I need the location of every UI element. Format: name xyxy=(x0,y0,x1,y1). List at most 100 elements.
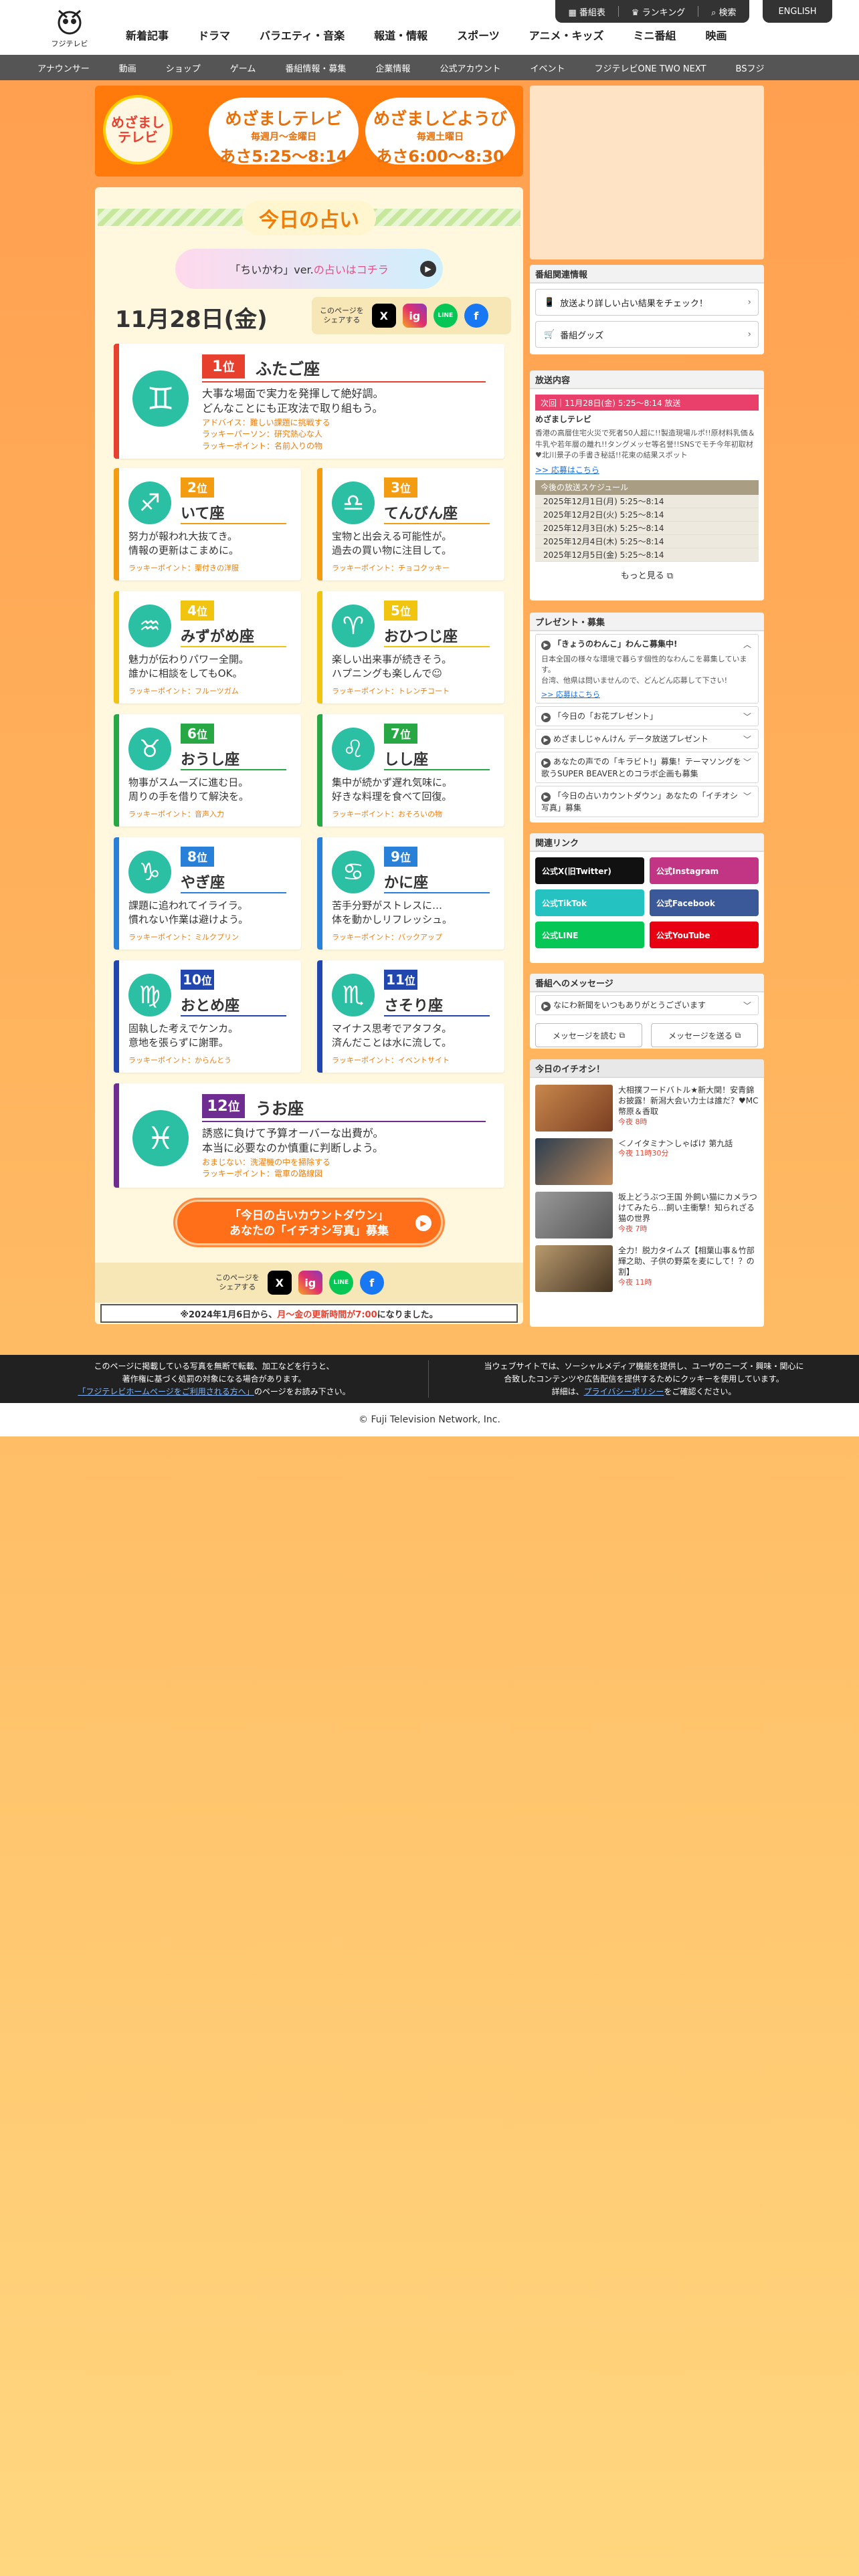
social-link-button[interactable]: 公式X(旧Twitter) xyxy=(535,857,644,884)
rank-color-bar xyxy=(114,837,119,950)
site-header: フジテレビ 新着記事 ドラマ バラエティ・音楽 報道・情報 スポーツ アニメ・キ… xyxy=(0,0,859,55)
pick-thumbnail xyxy=(535,1085,613,1132)
sub-nav-item[interactable]: 番組情報・募集 xyxy=(285,62,346,74)
facebook-share-icon[interactable]: f xyxy=(464,304,488,328)
chevron-up-icon: ︿ xyxy=(743,640,751,649)
rank-number: 4 xyxy=(187,603,197,619)
usage-link[interactable]: 「フジテレビホームページをご利用される方へ」 xyxy=(78,1387,254,1396)
zodiac-sign: みずがめ座 xyxy=(181,629,255,645)
sign-underline xyxy=(181,646,286,647)
mezamashi-logo: めざまし テレビ xyxy=(103,95,173,165)
chevron-down-icon: ﹀ xyxy=(743,712,751,722)
more-button[interactable]: もっと見る ⧉ xyxy=(530,568,764,581)
fortune-description: 宝物と出会える可能性が。 過去の買い物に注目して。 xyxy=(332,530,452,556)
zodiac-sign: いて座 xyxy=(181,506,225,522)
fortune-description: 物事がスムーズに進む日。 周りの手を借りて解決を。 xyxy=(128,776,250,802)
apply-link[interactable]: >> 応募はこちら xyxy=(535,464,759,476)
line-share-icon[interactable]: LINE xyxy=(328,1271,353,1295)
zodiac-icon: ♉ xyxy=(128,728,171,770)
social-link-button[interactable]: 公式Instagram xyxy=(650,857,759,884)
picks-heading: 今日のイチオシ！ xyxy=(530,1059,764,1078)
sub-nav-item[interactable]: 企業情報 xyxy=(375,62,410,74)
main-nav-item[interactable]: スポーツ xyxy=(457,27,500,43)
sub-nav-item[interactable]: フジテレビONE TWO NEXT xyxy=(594,62,706,74)
social-link-button[interactable]: 公式LINE xyxy=(535,922,644,948)
present-accordion[interactable]: ▶ 「今日の「お花プレゼント」 ﹀ xyxy=(535,706,759,726)
zodiac-sign: おとめ座 xyxy=(181,998,240,1014)
main-nav-item[interactable]: ミニ番組 xyxy=(633,27,676,43)
search-link[interactable]: ⌕ 検索 xyxy=(711,5,736,18)
pick-item[interactable]: 坂上どうぶつ王国 外飼い猫にカメラつけてみたら…飼い主衝撃！知られざる猫の世界今… xyxy=(535,1192,759,1239)
tv-guide-link[interactable]: ▦ 番組表 xyxy=(568,5,605,18)
send-message-button[interactable]: メッセージを送る ⧉ xyxy=(651,1023,759,1047)
logo-text: フジテレビ xyxy=(51,39,88,48)
sub-nav-item[interactable]: アナウンサー xyxy=(37,62,90,74)
lucky-info: ラッキーポイント：栗付きの洋服 xyxy=(128,564,239,572)
pick-item[interactable]: 全力！脱力タイムズ【相葉山事＆竹部輝之助、子供の野菜を麦にして！？の割】 今夜 1… xyxy=(535,1245,759,1292)
social-link-button[interactable]: 公式YouTube xyxy=(650,922,759,948)
chiikawa-banner[interactable]: 「ちいかわ」ver. の占いはコチラ ▶ xyxy=(175,249,443,289)
ranking-link[interactable]: ♛ ランキング xyxy=(632,5,685,18)
main-nav-item[interactable]: アニメ・キッズ xyxy=(529,27,604,43)
countdown-photo-banner[interactable]: 「今日の占いカウントダウン」 あなたの「イチオシ写真」募集 ▶ xyxy=(175,1200,443,1245)
lucky-info: ラッキーポイント：チョコクッキー xyxy=(332,564,450,572)
x-share-icon[interactable]: X xyxy=(371,304,396,328)
message-notice[interactable]: ▶ なにわ新聞をいつもありがとうございます ﹀ xyxy=(535,995,759,1015)
fortune-description: 大事な場面で実力を発揮して絶好調。 どんなことにも正攻法で取り組もう。 xyxy=(202,387,384,415)
rank-badge: 8位 xyxy=(181,847,214,867)
main-nav-item[interactable]: 映画 xyxy=(705,27,727,43)
main-nav-item[interactable]: 新着記事 xyxy=(126,27,169,43)
sign-underline xyxy=(384,523,490,524)
phone-icon: 📱 xyxy=(544,297,555,308)
present-accordion[interactable]: ▶ めざましじゃんけん データ放送プレゼント ﹀ xyxy=(535,728,759,749)
facebook-share-icon[interactable]: f xyxy=(359,1271,384,1295)
pick-item[interactable]: 大相撲フードバトル★新大関！安青錦お披露！新潟大会い力士は誰だ？♥MC幣原＆香取… xyxy=(535,1085,759,1132)
zodiac-icon: ♎ xyxy=(332,481,375,524)
rank-badge: 12 位 xyxy=(202,1094,245,1118)
present-accordion[interactable]: ▶ 「今日の占いカウントダウン」あなたの「イチオシ写真」募集 ﹀ xyxy=(535,785,759,817)
weekday-schedule-box: めざましテレビ 毎週月〜金曜日 あさ5:25〜8:14 xyxy=(209,98,359,166)
pick-item[interactable]: ＜ノイタミナ＞しゃばけ 第九話 今夜 11時30分 xyxy=(535,1138,759,1185)
program-banner[interactable]: めざまし テレビ めざましテレビ 毎週月〜金曜日 あさ5:25〜8:14 めざま… xyxy=(95,86,523,177)
english-button[interactable]: ENGLISH xyxy=(763,0,832,23)
related-links-grid: 公式X(旧Twitter) 公式Instagram 公式TikTok 公式Facebo… xyxy=(530,852,764,954)
present-accordion[interactable]: ▶ あなたの声での「キラビト!」募集！テーマソングを歌うSUPER BEAVERと… xyxy=(535,751,759,783)
main-nav-item[interactable]: ドラマ xyxy=(198,27,230,43)
sub-nav-item[interactable]: BSフジ xyxy=(736,62,765,74)
sub-nav-item[interactable]: イベント xyxy=(530,62,565,74)
schedule-row: 2025年12月4日(木) 5:25〜8:14 xyxy=(535,534,759,548)
sign-underline xyxy=(384,1015,490,1016)
chevron-down-icon: ﹀ xyxy=(743,1001,751,1010)
zodiac-icon: ♓ xyxy=(132,1110,189,1166)
rank-number: 3 xyxy=(391,479,400,496)
play-icon: ▶ xyxy=(541,758,551,768)
present-apply-link[interactable]: >> 応募はこちら xyxy=(541,689,753,700)
sub-nav-item[interactable]: ショップ xyxy=(166,62,201,74)
social-link-button[interactable]: 公式Facebook xyxy=(650,889,759,916)
goods-button[interactable]: 🛒 番組グッズ › xyxy=(535,321,759,348)
sign-underline xyxy=(181,1015,286,1016)
rank-color-bar xyxy=(317,591,322,704)
social-link-button[interactable]: 公式TikTok xyxy=(535,889,644,916)
fortune-description: マイナス思考でアタフタ。 済んだことは水に流して。 xyxy=(332,1023,452,1049)
line-share-icon[interactable]: LINE xyxy=(433,304,458,328)
rank-unit: 位 xyxy=(196,851,207,864)
instagram-share-icon[interactable]: ig xyxy=(298,1271,322,1295)
x-share-icon[interactable]: X xyxy=(267,1271,292,1295)
rank-badge: 10 位 xyxy=(181,970,214,990)
message-heading: 番組へのメッセージ xyxy=(530,974,764,992)
read-message-button[interactable]: メッセージを読む ⧉ xyxy=(535,1023,642,1047)
main-nav-item[interactable]: 報道・情報 xyxy=(374,27,427,43)
lucky-info: ラッキーポイント：フルーツガム xyxy=(128,687,239,695)
fujitv-logo[interactable]: フジテレビ xyxy=(48,5,91,49)
detailed-fortune-button[interactable]: 📱 放送より詳しい占い結果をチェック！ › xyxy=(535,289,759,316)
instagram-share-icon[interactable]: ig xyxy=(402,304,427,328)
rank-unit: 位 xyxy=(201,974,212,987)
present-accordion-open[interactable]: ▶ 「きょうのわんこ」わんこ募集中! ︿ 日本全国の様々な環境で暮らす個性的なわん… xyxy=(535,634,759,704)
main-nav-item[interactable]: バラエティ・音楽 xyxy=(260,27,345,43)
sub-nav-item[interactable]: 公式アカウント xyxy=(440,62,500,74)
sub-nav-item[interactable]: 動画 xyxy=(119,62,136,74)
privacy-policy-link[interactable]: プライバシーポリシー xyxy=(584,1387,664,1396)
rank-badge: 9位 xyxy=(384,847,417,867)
sub-nav-item[interactable]: ゲーム xyxy=(230,62,256,74)
